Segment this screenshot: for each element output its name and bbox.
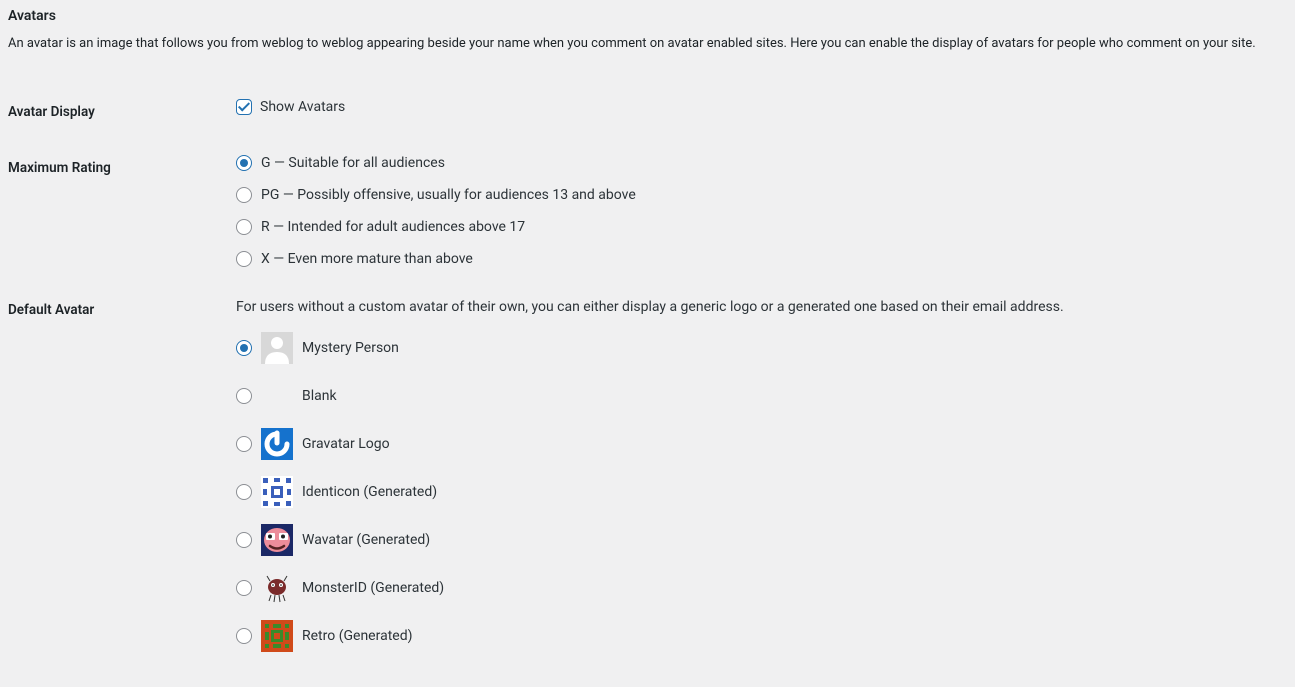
avatar-option-wavatar[interactable]: Wavatar (Generated)	[236, 524, 1285, 556]
rating-label-x: X — Even more mature than above	[261, 251, 473, 267]
avatar-radio-monsterid[interactable]	[236, 580, 252, 596]
rating-radio-pg[interactable]	[236, 187, 252, 203]
avatar-display-label: Avatar Display	[8, 84, 226, 140]
avatar-label-mystery: Mystery Person	[302, 340, 399, 356]
rating-option-pg[interactable]: PG — Possibly offensive, usually for aud…	[236, 187, 1285, 203]
show-avatars-checkbox[interactable]	[236, 99, 252, 115]
avatar-radio-retro[interactable]	[236, 628, 252, 644]
blank-icon	[261, 380, 293, 412]
rating-label-g: G — Suitable for all audiences	[261, 155, 445, 171]
avatar-option-mystery[interactable]: Mystery Person	[236, 332, 1285, 364]
wavatar-icon	[261, 524, 293, 556]
avatar-label-gravatar: Gravatar Logo	[302, 436, 390, 452]
avatar-label-blank: Blank	[302, 388, 337, 404]
avatar-label-identicon: Identicon (Generated)	[302, 484, 437, 500]
mystery-person-icon	[261, 332, 293, 364]
rating-label-pg: PG — Possibly offensive, usually for aud…	[261, 187, 636, 203]
retro-icon	[261, 620, 293, 652]
maximum-rating-fieldset: G — Suitable for all audiences PG — Poss…	[236, 155, 1285, 267]
show-avatars-label[interactable]: Show Avatars	[236, 99, 1285, 115]
avatar-option-monsterid[interactable]: MonsterID (Generated)	[236, 572, 1285, 604]
rating-label-r: R — Intended for adult audiences above 1…	[261, 219, 525, 235]
avatar-radio-wavatar[interactable]	[236, 532, 252, 548]
identicon-icon	[261, 476, 293, 508]
rating-radio-g[interactable]	[236, 155, 252, 171]
avatar-radio-gravatar[interactable]	[236, 436, 252, 452]
maximum-rating-label: Maximum Rating	[8, 140, 226, 282]
avatar-radio-identicon[interactable]	[236, 484, 252, 500]
settings-form-table: Avatar Display Show Avatars Maximum Rati…	[8, 84, 1295, 667]
rating-radio-r[interactable]	[236, 219, 252, 235]
avatar-label-monsterid: MonsterID (Generated)	[302, 580, 444, 596]
avatar-option-blank[interactable]: Blank	[236, 380, 1285, 412]
avatar-option-gravatar[interactable]: Gravatar Logo	[236, 428, 1285, 460]
avatar-option-retro[interactable]: Retro (Generated)	[236, 620, 1285, 652]
rating-option-r[interactable]: R — Intended for adult audiences above 1…	[236, 219, 1285, 235]
avatar-label-retro: Retro (Generated)	[302, 628, 412, 644]
section-title: Avatars	[8, 8, 1295, 24]
section-description: An avatar is an image that follows you f…	[8, 34, 1295, 54]
avatar-radio-blank[interactable]	[236, 388, 252, 404]
avatar-radio-mystery[interactable]	[236, 340, 252, 356]
rating-option-g[interactable]: G — Suitable for all audiences	[236, 155, 1285, 171]
default-avatar-fieldset: Mystery Person Blank	[236, 332, 1285, 652]
gravatar-logo-icon	[261, 428, 293, 460]
show-avatars-text: Show Avatars	[260, 99, 345, 115]
rating-option-x[interactable]: X — Even more mature than above	[236, 251, 1285, 267]
monsterid-icon	[261, 572, 293, 604]
avatar-label-wavatar: Wavatar (Generated)	[302, 532, 430, 548]
default-avatar-help: For users without a custom avatar of the…	[236, 297, 1285, 318]
avatar-option-identicon[interactable]: Identicon (Generated)	[236, 476, 1285, 508]
default-avatar-label: Default Avatar	[8, 282, 226, 667]
rating-radio-x[interactable]	[236, 251, 252, 267]
